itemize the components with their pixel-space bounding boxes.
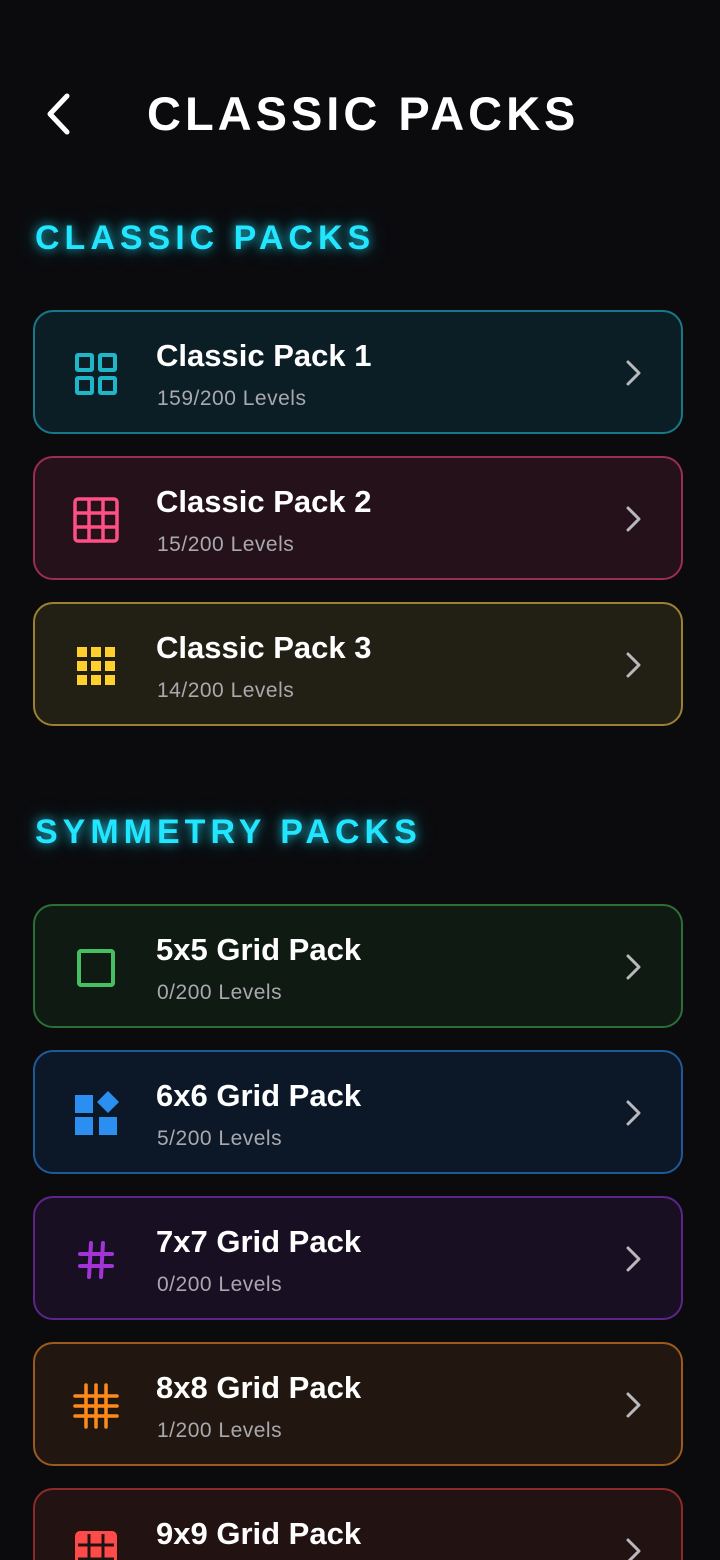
pack-progress: 0/200 Levels [157, 981, 283, 1004]
pack-name: Classic Pack 1 [156, 338, 372, 373]
chevron-right-icon [626, 1100, 641, 1126]
dense-hash-icon [72, 1382, 120, 1430]
pack-name: 6x6 Grid Pack [156, 1078, 362, 1113]
pack-progress: 159/200 Levels [157, 387, 307, 410]
pack-card-classic-1[interactable]: Classic Pack 1 159/200 Levels [33, 310, 683, 434]
chevron-right-icon [626, 360, 641, 386]
chevron-right-icon [626, 1538, 641, 1560]
widgets-icon [72, 1090, 120, 1138]
grid-4x4-icon [72, 496, 120, 544]
chevron-right-icon [626, 506, 641, 532]
pack-card-7x7[interactable]: 7x7 Grid Pack 0/200 Levels [33, 1196, 683, 1320]
pack-card-classic-2[interactable]: Classic Pack 2 15/200 Levels [33, 456, 683, 580]
page-title: CLASSIC PACKS [147, 87, 580, 140]
chevron-right-icon [626, 954, 641, 980]
grid-filled-icon [72, 1528, 120, 1560]
chevron-right-icon [626, 1246, 641, 1272]
pack-name: 5x5 Grid Pack [156, 932, 362, 967]
pack-name: Classic Pack 3 [156, 630, 372, 665]
chevron-right-icon [626, 1392, 641, 1418]
pack-progress: 15/200 Levels [157, 533, 295, 556]
hash-icon [72, 1236, 120, 1284]
pack-progress: 14/200 Levels [157, 679, 295, 702]
pack-name: 9x9 Grid Pack [156, 1516, 362, 1551]
pack-card-5x5[interactable]: 5x5 Grid Pack 0/200 Levels [33, 904, 683, 1028]
pack-name: Classic Pack 2 [156, 484, 372, 519]
app-screen: CLASSIC PACKS CLASSIC PACKS Classic Pack… [0, 0, 720, 1560]
back-button[interactable] [30, 80, 86, 148]
header: CLASSIC PACKS [0, 0, 720, 230]
pack-card-8x8[interactable]: 8x8 Grid Pack 1/200 Levels [33, 1342, 683, 1466]
chevron-left-icon [47, 93, 70, 135]
section-title-classic: CLASSIC PACKS [35, 219, 376, 257]
section-title-symmetry: SYMMETRY PACKS [35, 813, 422, 851]
pack-name: 7x7 Grid Pack [156, 1224, 362, 1259]
pack-progress: 0/200 Levels [157, 1273, 283, 1296]
chevron-right-icon [626, 652, 641, 678]
pack-card-6x6[interactable]: 6x6 Grid Pack 5/200 Levels [33, 1050, 683, 1174]
pack-name: 8x8 Grid Pack [156, 1370, 362, 1405]
square-outline-icon [72, 944, 120, 992]
pack-card-9x9[interactable]: 9x9 Grid Pack [33, 1488, 683, 1560]
pack-card-classic-3[interactable]: Classic Pack 3 14/200 Levels [33, 602, 683, 726]
grid-2x2-outline-icon [72, 350, 120, 398]
dots-grid-icon [72, 642, 120, 690]
pack-progress: 1/200 Levels [157, 1419, 283, 1442]
pack-progress: 5/200 Levels [157, 1127, 283, 1150]
